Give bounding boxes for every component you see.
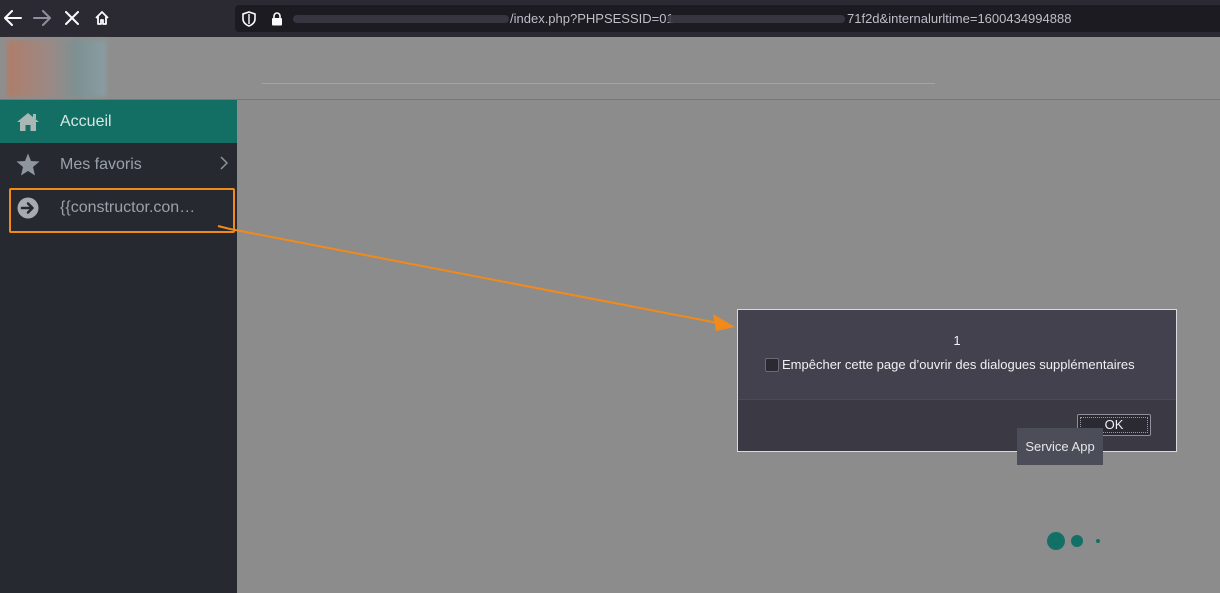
suppress-dialogs-label[interactable]: Empêcher cette page d’ouvrir des dialogu… [782, 357, 1135, 372]
arrow-left-icon [4, 10, 22, 26]
back-button[interactable] [1, 6, 25, 30]
shield-icon[interactable] [241, 11, 257, 27]
home-icon [16, 110, 40, 134]
dialog-message: 1 [953, 333, 961, 348]
header-divider [262, 83, 935, 84]
chevron-right-icon [220, 156, 229, 175]
close-icon [65, 11, 79, 25]
url-redacted [667, 15, 845, 23]
url-redacted [293, 15, 509, 23]
sidebar-item-label: Accueil [60, 112, 112, 130]
address-bar[interactable]: /index.php?PHPSESSID=01 71f2d&internalur… [235, 5, 1220, 32]
loading-dot [1071, 535, 1083, 547]
arrow-right-icon [33, 10, 51, 26]
dialog-footer: OK [738, 399, 1176, 451]
sidebar-item-accueil[interactable]: Accueil [0, 100, 237, 143]
sidebar-item-label: Mes favoris [60, 155, 142, 173]
lock-icon[interactable] [269, 11, 285, 27]
annotation-highlight-box [9, 188, 235, 233]
url-text-2: 71f2d&internalurltime=1600434994888 [847, 11, 1072, 26]
tooltip: Service App [1017, 428, 1103, 465]
sidebar: Accueil Mes favoris {{constructor.con… [0, 100, 237, 593]
logo[interactable] [7, 40, 106, 97]
url-text-1: /index.php?PHPSESSID=01 [510, 11, 674, 26]
star-icon [16, 153, 40, 177]
home-button[interactable] [90, 6, 114, 30]
suppress-dialogs-checkbox[interactable] [765, 358, 779, 372]
loading-dot [1047, 532, 1065, 550]
alert-dialog: 1 Empêcher cette page d’ouvrir des dialo… [737, 309, 1177, 452]
sidebar-item-favoris[interactable]: Mes favoris [0, 143, 237, 186]
home-icon [95, 11, 109, 25]
loading-dot [1096, 539, 1100, 543]
page-header [0, 37, 1220, 100]
forward-button[interactable] [30, 6, 54, 30]
stop-button[interactable] [60, 6, 84, 30]
browser-toolbar: /index.php?PHPSESSID=01 71f2d&internalur… [0, 0, 1220, 37]
